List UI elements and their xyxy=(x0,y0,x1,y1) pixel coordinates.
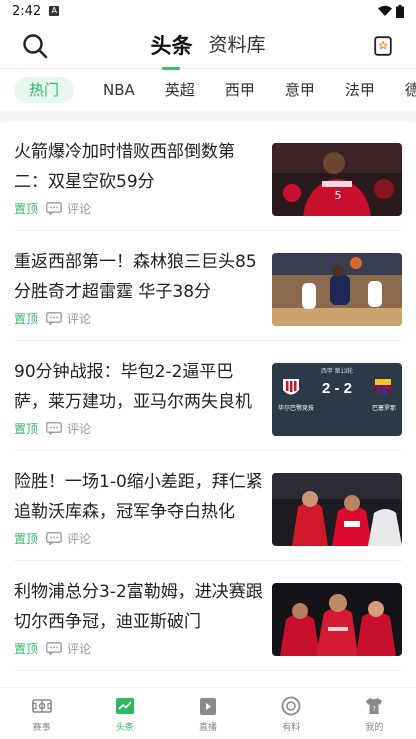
team-names: 毕尔巴鄂竞技 巴塞罗那 xyxy=(272,403,402,412)
wifi-icon xyxy=(378,5,392,16)
category-hot[interactable]: 热门 xyxy=(14,77,75,103)
article-item[interactable]: 重返西部第一！森林狼三巨头85分胜奇才超雷霆 华子38分 置顶 评论 xyxy=(14,231,402,341)
tab-headlines[interactable]: 头条 xyxy=(150,30,192,66)
comment-label[interactable]: 评论 xyxy=(67,420,91,437)
discover-icon xyxy=(281,696,301,715)
away-team: 巴塞罗那 xyxy=(371,406,396,412)
category-bundesliga[interactable]: 德甲 xyxy=(390,77,416,103)
nav-label: 有料 xyxy=(282,722,301,733)
article-title[interactable]: 90分钟战报：毕包2-2逼平巴萨，莱万建功，亚马尔两失良机 xyxy=(14,357,264,417)
nav-matches[interactable]: 赛事 xyxy=(0,688,83,739)
svg-text:7: 7 xyxy=(372,706,376,713)
barcelona-crest-icon xyxy=(374,379,391,395)
pinned-tag: 置顶 xyxy=(14,642,39,656)
category-premier-league[interactable]: 英超 xyxy=(150,77,210,103)
comment-label[interactable]: 评论 xyxy=(67,530,91,547)
nav-headlines[interactable]: 头条 xyxy=(83,688,166,739)
bookmark-icon[interactable] xyxy=(374,36,392,56)
score-row: 2 - 2 xyxy=(272,378,402,399)
article-thumbnail-basketball[interactable]: 5 xyxy=(272,143,402,216)
article-meta: 置顶 评论 xyxy=(14,310,91,327)
article-thumbnail-score-card[interactable]: 西甲 第13轮 2 - 2 毕尔巴鄂竞技 巴塞罗那 xyxy=(272,363,402,436)
article-item[interactable]: 利物浦总分3-2富勒姆，进决赛跟切尔西争冠，迪亚斯破门 置顶 评论 xyxy=(14,561,402,671)
status-icons xyxy=(378,4,404,18)
pinned-tag: 置顶 xyxy=(14,532,39,546)
category-serie-a[interactable]: 意甲 xyxy=(270,77,330,103)
category-la-liga[interactable]: 西甲 xyxy=(210,77,270,103)
svg-text:5: 5 xyxy=(335,189,342,202)
nav-label: 直播 xyxy=(199,722,218,733)
article-item[interactable]: 90分钟战报：毕包2-2逼平巴萨，莱万建功，亚马尔两失良机 置顶 评论 西甲 第… xyxy=(14,341,402,451)
comment-icon[interactable] xyxy=(46,422,62,435)
category-bar: 热门 NBA 英超 西甲 意甲 法甲 德甲 xyxy=(0,69,416,111)
match-score: 2 - 2 xyxy=(321,380,352,397)
status-time: 2:42 xyxy=(12,3,42,19)
article-meta: 置顶 评论 xyxy=(14,200,91,217)
category-ligue-1[interactable]: 法甲 xyxy=(330,77,390,103)
bottom-nav: 赛事 头条 直播 有料 7 我的 xyxy=(0,687,416,739)
article-title[interactable]: 险胜！一场1-0缩小差距，拜仁紧追勒沃库森，冠军争夺白热化 xyxy=(14,467,264,527)
comment-label[interactable]: 评论 xyxy=(67,640,91,657)
article-title[interactable]: 重返西部第一！森林狼三巨头85分胜奇才超雷霆 华子38分 xyxy=(14,247,264,307)
home-team: 毕尔巴鄂竞技 xyxy=(278,406,315,412)
status-bar: 2:42 A xyxy=(0,0,416,22)
athletic-bilbao-crest-icon xyxy=(283,379,299,395)
article-item[interactable]: 火箭爆冷加时惜败西部倒数第二：双星空砍59分 置顶 评论 5 xyxy=(14,121,402,231)
article-title[interactable]: 利物浦总分3-2富勒姆，进决赛跟切尔西争冠，迪亚斯破门 xyxy=(14,577,264,637)
article-meta: 置顶 评论 xyxy=(14,420,91,437)
nav-label: 头条 xyxy=(115,722,134,733)
pinned-tag: 置顶 xyxy=(14,422,39,436)
article-meta: 置顶 评论 xyxy=(14,530,91,547)
comment-icon[interactable] xyxy=(46,532,62,545)
jersey-icon: 7 xyxy=(366,697,383,714)
pinned-tag: 置顶 xyxy=(14,312,39,326)
battery-icon xyxy=(396,4,404,18)
nav-profile[interactable]: 7 我的 xyxy=(333,688,416,739)
comment-icon[interactable] xyxy=(46,312,62,325)
category-nba[interactable]: NBA xyxy=(88,77,150,103)
comment-icon[interactable] xyxy=(46,642,62,655)
nav-label: 我的 xyxy=(365,722,384,733)
tab-database[interactable]: 资料库 xyxy=(208,30,265,66)
score-card-top: 西甲 第13轮 xyxy=(320,369,354,375)
header-tabs: 头条 资料库 xyxy=(0,30,416,66)
comment-icon[interactable] xyxy=(46,202,62,215)
news-chart-icon xyxy=(115,697,134,714)
article-item[interactable]: 险胜！一场1-0缩小差距，拜仁紧追勒沃库森，冠军争夺白热化 置顶 评论 xyxy=(14,451,402,561)
live-play-icon xyxy=(200,697,216,715)
article-thumbnail-football[interactable] xyxy=(272,473,402,546)
top-header: 头条 资料库 xyxy=(0,22,416,68)
article-thumbnail-basketball-dunk[interactable] xyxy=(272,253,402,326)
comment-label[interactable]: 评论 xyxy=(67,200,91,217)
comment-label[interactable]: 评论 xyxy=(67,310,91,327)
nav-live[interactable]: 直播 xyxy=(166,688,249,739)
article-thumbnail-liverpool[interactable] xyxy=(272,583,402,656)
news-feed: 火箭爆冷加时惜败西部倒数第二：双星空砍59分 置顶 评论 5 重返西部第一！森林… xyxy=(0,121,416,671)
pinned-tag: 置顶 xyxy=(14,202,39,216)
nav-label: 赛事 xyxy=(32,722,51,733)
article-meta: 置顶 评论 xyxy=(14,640,91,657)
notification-icon: A xyxy=(49,6,60,16)
stadium-icon xyxy=(31,698,52,713)
article-title[interactable]: 火箭爆冷加时惜败西部倒数第二：双星空砍59分 xyxy=(14,137,264,197)
nav-discover[interactable]: 有料 xyxy=(250,688,333,739)
